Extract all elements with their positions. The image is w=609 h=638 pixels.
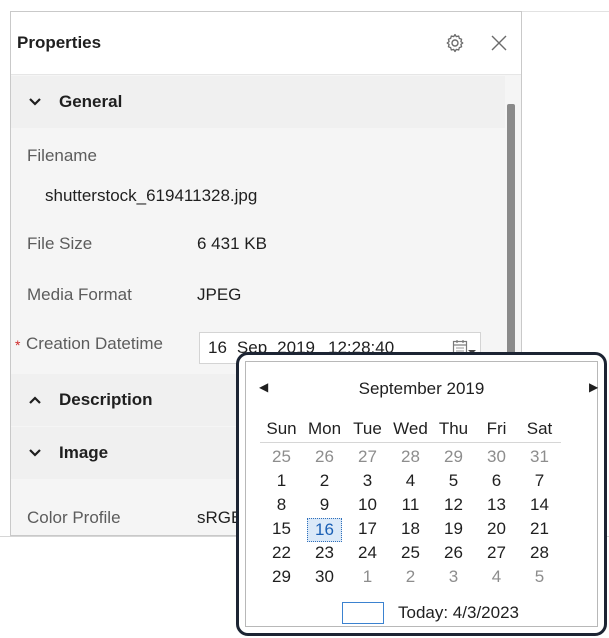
filename-value: shutterstock_619411328.jpg [45, 186, 258, 205]
calendar-day[interactable]: 11 [389, 494, 432, 516]
section-general-header[interactable]: General [11, 76, 505, 128]
calendar-month-title[interactable]: September 2019 [246, 379, 597, 399]
chevron-down-icon [27, 94, 43, 110]
media-format-value: JPEG [197, 285, 242, 304]
calendar-day[interactable]: 12 [432, 494, 475, 516]
calendar-day[interactable]: 25 [389, 542, 432, 564]
weekday-label: Mon [307, 419, 342, 438]
calendar-day[interactable]: 8 [260, 494, 303, 516]
calendar-week: 25 26 27 28 29 30 31 [260, 446, 561, 468]
section-image-label: Image [59, 443, 109, 462]
datetime-day[interactable]: 16 [208, 338, 227, 358]
calendar-day[interactable]: 29 [260, 566, 303, 588]
chevron-down-icon [27, 445, 43, 461]
calendar-day[interactable]: 9 [303, 494, 346, 516]
calendar-day[interactable]: 2 [389, 566, 432, 588]
calendar-day[interactable]: 27 [475, 542, 518, 564]
gear-icon[interactable] [443, 31, 467, 55]
calendar-day[interactable]: 24 [346, 542, 389, 564]
calendar-day[interactable]: 28 [518, 542, 561, 564]
calendar-day[interactable]: 29 [432, 446, 475, 468]
calendar-day[interactable]: 7 [518, 470, 561, 492]
section-general-label: General [59, 92, 123, 111]
calendar-day[interactable]: 10 [346, 494, 389, 516]
calendar-day[interactable]: 26 [303, 446, 346, 468]
weekday-label: Tue [353, 419, 382, 438]
color-profile-label: Color Profile [27, 508, 121, 527]
today-link[interactable]: Today: 4/3/2023 [398, 603, 519, 623]
weekday-label: Fri [486, 419, 507, 438]
scrollbar-thumb[interactable] [507, 104, 515, 366]
next-month-icon[interactable]: ▶ [589, 380, 598, 394]
calendar-day[interactable]: 26 [432, 542, 475, 564]
close-icon[interactable] [487, 31, 511, 55]
calendar-body: ◀ September 2019 ▶ Sun Mon Tue Wed Thu F… [245, 361, 598, 627]
calendar-week: 15 16 17 18 19 20 21 [260, 518, 561, 542]
calendar-day[interactable]: 13 [475, 494, 518, 516]
calendar-day[interactable]: 27 [346, 446, 389, 468]
weekday-header: Sun Mon Tue Wed Thu Fri Sat [260, 418, 561, 443]
calendar-day[interactable]: 23 [303, 542, 346, 564]
calendar-day[interactable]: 20 [475, 518, 518, 542]
required-marker: * [15, 337, 21, 353]
calendar-week: 22 23 24 25 26 27 28 [260, 542, 561, 564]
calendar-day[interactable]: 15 [260, 518, 303, 542]
calendar-week: 1 2 3 4 5 6 7 [260, 470, 561, 492]
today-marker[interactable] [342, 602, 384, 624]
creation-datetime-label: Creation Datetime [26, 334, 164, 353]
calendar-day[interactable]: 1 [346, 566, 389, 588]
file-size-value: 6 431 KB [197, 234, 267, 253]
calendar-day[interactable]: 19 [432, 518, 475, 542]
calendar-day[interactable]: 30 [475, 446, 518, 468]
calendar-day[interactable]: 4 [389, 470, 432, 492]
calendar-day[interactable]: 28 [389, 446, 432, 468]
calendar-week: 8 9 10 11 12 13 14 [260, 494, 561, 516]
weekday-label: Sat [526, 419, 553, 438]
calendar-week: 29 30 1 2 3 4 5 [260, 566, 561, 588]
file-size-label: File Size [27, 234, 93, 253]
calendar-day[interactable]: 6 [475, 470, 518, 492]
calendar-day[interactable]: 3 [346, 470, 389, 492]
calendar-day[interactable]: 14 [518, 494, 561, 516]
calendar-day[interactable]: 3 [432, 566, 475, 588]
panel-header: Properties [11, 12, 521, 75]
section-description-label: Description [59, 390, 153, 409]
calendar-day[interactable]: 4 [475, 566, 518, 588]
calendar-day[interactable]: 17 [346, 518, 389, 542]
weekday-label: Sun [266, 419, 297, 438]
calendar-day[interactable]: 2 [303, 470, 346, 492]
weekday-label: Thu [438, 419, 469, 438]
calendar-day[interactable]: 31 [518, 446, 561, 468]
filename-label: Filename [27, 146, 97, 165]
calendar-day[interactable]: 25 [260, 446, 303, 468]
calendar-day[interactable]: 1 [260, 470, 303, 492]
calendar-day[interactable]: 21 [518, 518, 561, 542]
calendar-day[interactable]: 5 [518, 566, 561, 588]
calendar-day-selected[interactable]: 16 [307, 518, 342, 542]
calendar-day[interactable]: 22 [260, 542, 303, 564]
calendar-day[interactable]: 30 [303, 566, 346, 588]
panel-title: Properties [17, 33, 102, 52]
weekday-label: Wed [393, 419, 428, 438]
calendar-popup: ◀ September 2019 ▶ Sun Mon Tue Wed Thu F… [236, 352, 607, 636]
media-format-label: Media Format [27, 285, 132, 304]
calendar-day[interactable]: 5 [432, 470, 475, 492]
calendar-day[interactable]: 18 [389, 518, 432, 542]
chevron-up-icon [27, 392, 43, 408]
